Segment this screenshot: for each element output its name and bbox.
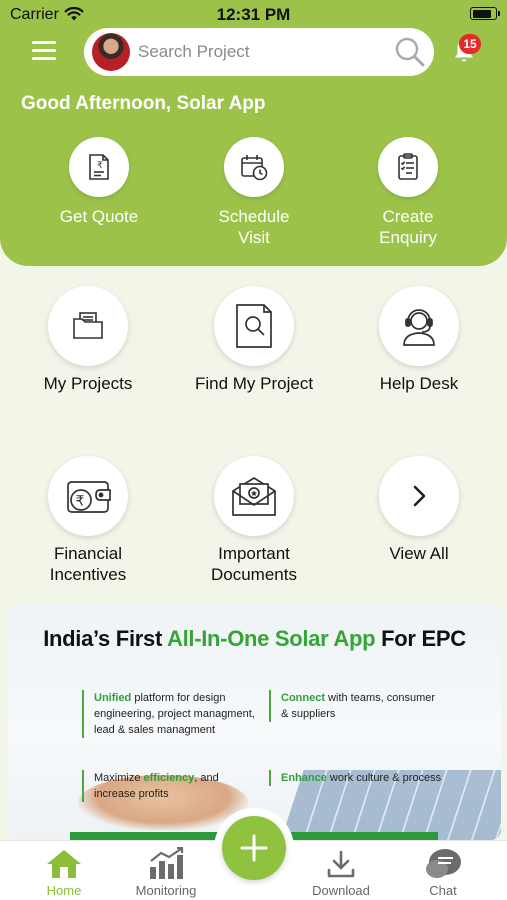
quick-action-circle [378,137,438,197]
tab-label: Home [46,883,82,898]
quote-document-icon: ₹ [89,154,109,180]
menu-line-icon [32,57,56,60]
menu-line-icon [32,49,56,52]
tile-circle [379,286,459,366]
my-projects-tile[interactable]: My Projects [13,286,163,394]
document-search-icon [236,304,272,348]
tile-label: Financial Incentives [49,544,127,584]
tile-circle [214,456,294,536]
tile-label: My Projects [43,374,133,393]
tab-label: Chat [429,883,457,898]
chevron-right-icon [413,485,426,507]
financial-incentives-tile[interactable]: ₹ Financial Incentives [13,456,163,585]
home-icon [47,850,81,878]
feature-pre: Maximize [94,772,144,784]
battery-level [472,9,492,18]
chat-icon [426,849,461,878]
banner-title-suffix: For EPC [375,626,466,651]
promo-banner[interactable]: India’s First All-In-One Solar App For E… [8,604,501,840]
rupee-wallet-icon: ₹ [67,481,111,513]
banner-title-highlight: All-In-One Solar App [166,626,376,651]
add-button[interactable] [222,816,286,880]
tile-label: View All [389,544,449,563]
help-desk-tile[interactable]: Help Desk [344,286,494,394]
tile-circle: ₹ [48,456,128,536]
view-all-tile[interactable]: View All [344,456,494,564]
greeting-text: Good Afternoon, Solar App [21,93,266,114]
quick-action-label: Create Enquiry [379,207,437,247]
banner-title: India’s First All-In-One Solar App For E… [8,626,501,652]
feature-highlight: Unified [94,692,132,704]
tab-download[interactable]: Download [296,847,386,898]
important-documents-tile[interactable]: Important Documents [179,456,329,585]
search-icon[interactable] [394,36,426,68]
tab-monitoring[interactable]: Monitoring [121,847,211,898]
tile-circle [214,286,294,366]
quick-action-label: Schedule Visit [218,207,290,247]
status-bar: Carrier 12:31 PM [0,0,507,30]
tile-label: Important Documents [211,544,297,584]
clipboard-enquiry-icon [398,153,418,180]
envelope-badge-icon [232,477,276,516]
tile-label: Help Desk [379,374,459,393]
search-input[interactable] [138,39,378,65]
quick-action-circle [224,137,284,197]
svg-text:₹: ₹ [76,494,85,510]
calendar-clock-icon [241,155,268,181]
banner-feature: Connect with teams, consumer & suppliers [269,690,439,722]
clock: 12:31 PM [216,5,291,24]
banner-feature: Enhance work culture & process [269,770,444,786]
banner-feature: Maximize efficiency, and increase profit… [82,770,257,802]
feature-text: work culture & process [326,772,442,784]
tab-home[interactable]: Home [19,847,109,898]
search-bar[interactable] [84,28,434,76]
banner-feature: Unified platform for design engineering,… [82,690,257,738]
feature-highlight: Enhance [281,772,327,784]
tile-circle [379,456,459,536]
menu-line-icon [32,41,56,44]
get-quote-button[interactable]: ₹ Get Quote [29,137,169,227]
tab-chat[interactable]: Chat [398,847,488,898]
folder-icon [73,312,103,339]
plus-icon [240,834,268,862]
battery-icon [470,7,500,20]
download-icon [327,850,355,878]
create-enquiry-button[interactable]: Create Enquiry [338,137,478,248]
svg-text:₹: ₹ [97,161,103,171]
menu-button[interactable] [32,41,56,63]
tab-label: Monitoring [135,883,197,898]
bar-chart-icon [150,847,184,879]
notification-badge: 15 [459,34,481,54]
feature-highlight: efficiency [143,772,195,784]
quick-action-circle: ₹ [69,137,129,197]
tile-circle [48,286,128,366]
schedule-visit-button[interactable]: Schedule Visit [184,137,324,248]
quick-action-label: Get Quote [59,207,139,226]
tab-label: Download [312,883,370,898]
banner-title-prefix: India’s First [43,626,167,651]
avatar[interactable] [92,33,130,71]
feature-highlight: Connect [281,692,325,704]
tile-label: Find My Project [194,374,314,393]
support-agent-icon [403,309,435,346]
find-my-project-tile[interactable]: Find My Project [179,286,329,394]
